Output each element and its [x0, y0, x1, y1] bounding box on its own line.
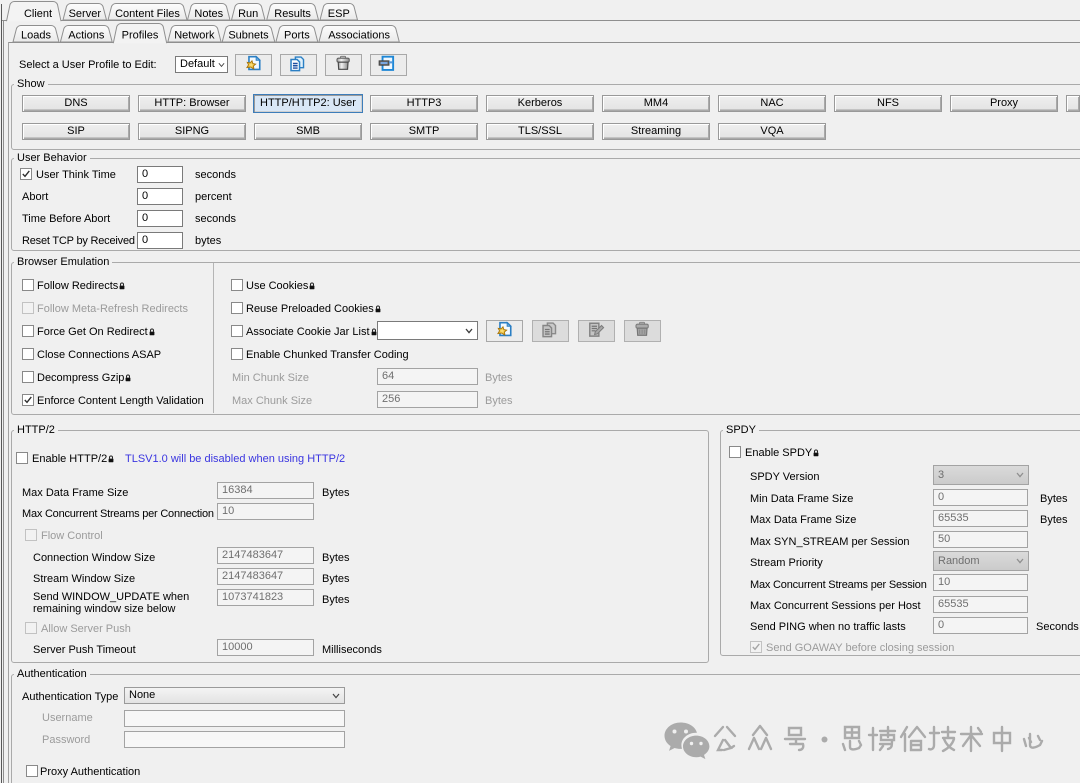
svg-text:Loads: Loads	[21, 30, 51, 42]
svg-text:Profiles: Profiles	[122, 30, 159, 42]
svg-text:Subnets: Subnets	[228, 30, 269, 42]
svg-text:Client: Client	[24, 8, 52, 20]
svg-text:Actions: Actions	[68, 30, 105, 42]
svg-text:Associations: Associations	[328, 30, 390, 42]
svg-text:Content Files: Content Files	[115, 8, 180, 20]
svg-text:Notes: Notes	[194, 8, 223, 20]
svg-text:ESP: ESP	[328, 8, 350, 20]
svg-text:Ports: Ports	[284, 30, 310, 42]
svg-text:Results: Results	[274, 8, 311, 20]
svg-text:Server: Server	[69, 8, 102, 20]
svg-text:Network: Network	[174, 30, 215, 42]
svg-text:Run: Run	[238, 8, 258, 20]
